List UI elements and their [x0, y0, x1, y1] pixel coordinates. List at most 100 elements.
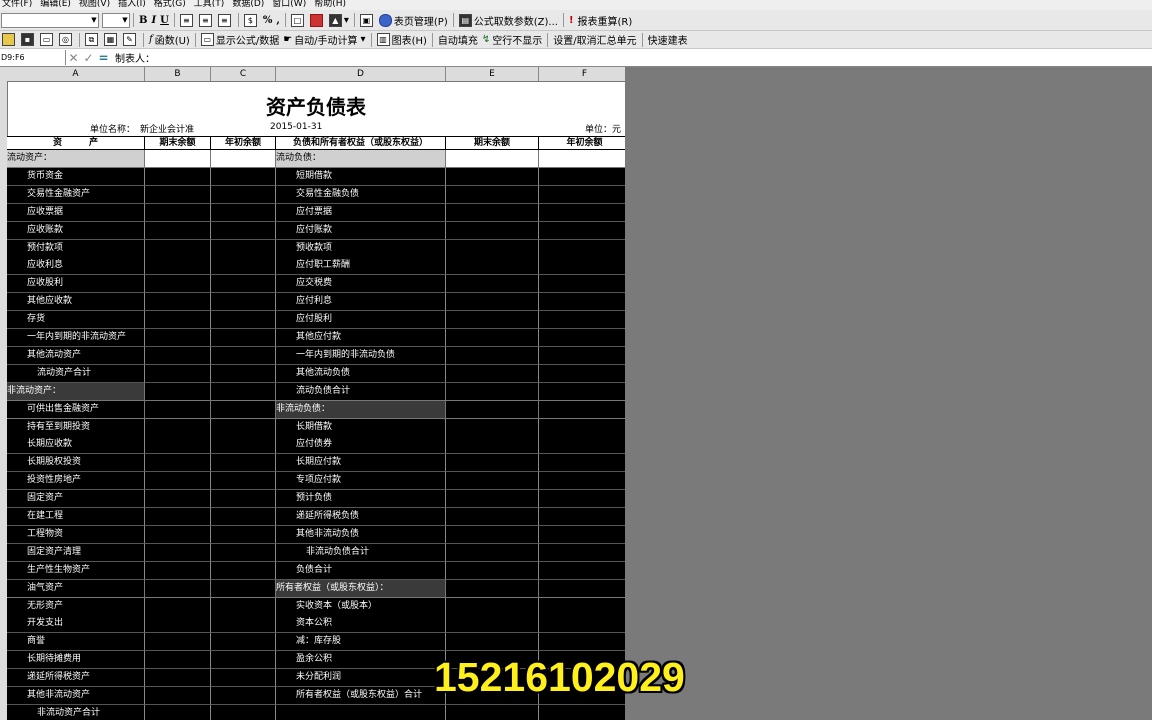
table-cell-label[interactable]: 其他非流动负债	[276, 525, 446, 544]
table-cell-label[interactable]: 交易性金融资产	[7, 185, 145, 204]
bold-button[interactable]: B	[137, 13, 149, 28]
table-cell[interactable]	[145, 346, 211, 365]
table-cell[interactable]	[539, 167, 625, 186]
table-cell[interactable]	[211, 472, 276, 491]
table-cell[interactable]	[446, 454, 539, 473]
table-cell-label[interactable]: 期末余额	[446, 136, 539, 150]
table-cell[interactable]	[446, 436, 539, 455]
copy-button[interactable]: ⧉	[83, 32, 102, 47]
table-cell-label[interactable]: 一年内到期的非流动负债	[276, 346, 446, 365]
table-cell-label[interactable]: 应付职工薪酬	[276, 257, 446, 276]
table-cell-label[interactable]: 存货	[7, 311, 145, 330]
table-cell[interactable]	[539, 508, 625, 526]
table-cell-label[interactable]: 固定资产	[7, 490, 145, 509]
table-cell[interactable]	[446, 561, 539, 580]
table-cell-label[interactable]: 投资性房地产	[7, 472, 145, 491]
table-cell[interactable]	[145, 687, 211, 705]
table-cell[interactable]	[446, 185, 539, 204]
table-cell-label[interactable]: 年初余额	[211, 136, 276, 150]
align-right-button[interactable]: ≡	[216, 13, 235, 28]
table-cell[interactable]	[539, 400, 625, 419]
table-cell[interactable]	[539, 275, 625, 294]
table-cell[interactable]	[145, 704, 211, 720]
table-cell[interactable]	[446, 239, 539, 258]
table-cell[interactable]	[446, 203, 539, 222]
table-cell-label[interactable]: 所有者权益（或股东权益）合计	[276, 687, 446, 705]
comma-button[interactable]: ,	[274, 13, 281, 28]
border-button[interactable]: □	[289, 13, 308, 28]
table-cell[interactable]	[145, 257, 211, 276]
table-cell[interactable]	[446, 633, 539, 652]
table-cell[interactable]	[539, 150, 625, 168]
table-cell[interactable]	[539, 472, 625, 491]
table-cell[interactable]	[211, 525, 276, 544]
table-cell-label[interactable]: 长期待摊费用	[7, 651, 145, 670]
cancel-icon[interactable]: ✕	[66, 51, 81, 65]
font-name-select[interactable]: ▼	[1, 12, 99, 28]
underline-button[interactable]: U	[158, 13, 171, 28]
sheet-manage-button[interactable]: 表页管理(P)	[377, 13, 450, 28]
table-cell[interactable]	[211, 203, 276, 222]
menu-item[interactable]: 视图(V)	[79, 0, 110, 9]
auto-fill-button[interactable]: 自动填充	[436, 32, 480, 47]
table-cell-label[interactable]: 应收票据	[7, 203, 145, 222]
table-cell[interactable]	[539, 293, 625, 312]
table-cell[interactable]	[446, 597, 539, 616]
table-cell[interactable]	[446, 543, 539, 562]
table-cell-label[interactable]: 所有者权益（或股东权益）：	[276, 579, 446, 598]
table-cell[interactable]	[211, 275, 276, 294]
table-cell[interactable]	[539, 185, 625, 204]
fill-color-button[interactable]	[308, 13, 327, 28]
table-cell[interactable]	[211, 311, 276, 330]
menu-item[interactable]: 格式(G)	[154, 0, 186, 9]
table-cell[interactable]	[539, 239, 625, 258]
table-cell[interactable]	[211, 561, 276, 580]
table-cell[interactable]	[145, 311, 211, 330]
table-cell-label[interactable]: 预收款项	[276, 239, 446, 258]
table-cell[interactable]	[446, 525, 539, 544]
table-cell[interactable]	[211, 400, 276, 419]
table-cell[interactable]	[145, 579, 211, 598]
table-cell-label[interactable]: 长期借款	[276, 418, 446, 437]
table-cell[interactable]	[145, 597, 211, 616]
table-cell[interactable]	[539, 203, 625, 222]
table-cell[interactable]	[211, 293, 276, 312]
table-cell-label[interactable]: 递延所得税负债	[276, 508, 446, 526]
table-cell-label[interactable]: 预计负债	[276, 490, 446, 509]
table-cell-label[interactable]: 非流动资产合计	[7, 704, 145, 720]
table-cell[interactable]	[211, 167, 276, 186]
table-cell-label[interactable]: 其他流动资产	[7, 346, 145, 365]
column-header[interactable]: A	[7, 67, 145, 81]
column-header[interactable]: D	[276, 67, 446, 81]
table-cell[interactable]	[145, 633, 211, 652]
table-cell[interactable]	[145, 239, 211, 258]
chart-button[interactable]: ▥ 图表(H)	[375, 32, 429, 47]
menu-item[interactable]: 插入(I)	[118, 0, 146, 9]
table-cell[interactable]	[145, 436, 211, 455]
table-cell[interactable]	[145, 293, 211, 312]
table-cell-label[interactable]: 一年内到期的非流动资产	[7, 329, 145, 347]
font-size-select[interactable]: ▼	[102, 12, 130, 28]
table-cell-label[interactable]: 资本公积	[276, 615, 446, 634]
menu-item[interactable]: 帮助(H)	[314, 0, 346, 9]
table-cell-label[interactable]: 应付利息	[276, 293, 446, 312]
table-cell-label[interactable]: 流动负债合计	[276, 382, 446, 401]
table-cell[interactable]	[539, 490, 625, 509]
align-left-button[interactable]: ≡	[178, 13, 197, 28]
table-cell[interactable]	[539, 364, 625, 383]
table-cell[interactable]	[211, 329, 276, 347]
table-cell[interactable]	[211, 221, 276, 240]
table-cell[interactable]	[211, 543, 276, 562]
table-cell-label[interactable]: 可供出售金融资产	[7, 400, 145, 419]
table-cell-label[interactable]: 开发支出	[7, 615, 145, 634]
table-cell[interactable]	[145, 185, 211, 204]
equals-icon[interactable]: =	[96, 51, 111, 65]
table-cell[interactable]	[446, 150, 539, 168]
table-cell[interactable]	[211, 704, 276, 720]
table-cell-label[interactable]: 应收股利	[7, 275, 145, 294]
chevron-down-icon[interactable]: ▼	[90, 14, 98, 27]
table-cell[interactable]	[145, 382, 211, 401]
table-cell[interactable]	[145, 418, 211, 437]
table-cell-label[interactable]: 工程物资	[7, 525, 145, 544]
table-cell-label[interactable]: 其他流动负债	[276, 364, 446, 383]
